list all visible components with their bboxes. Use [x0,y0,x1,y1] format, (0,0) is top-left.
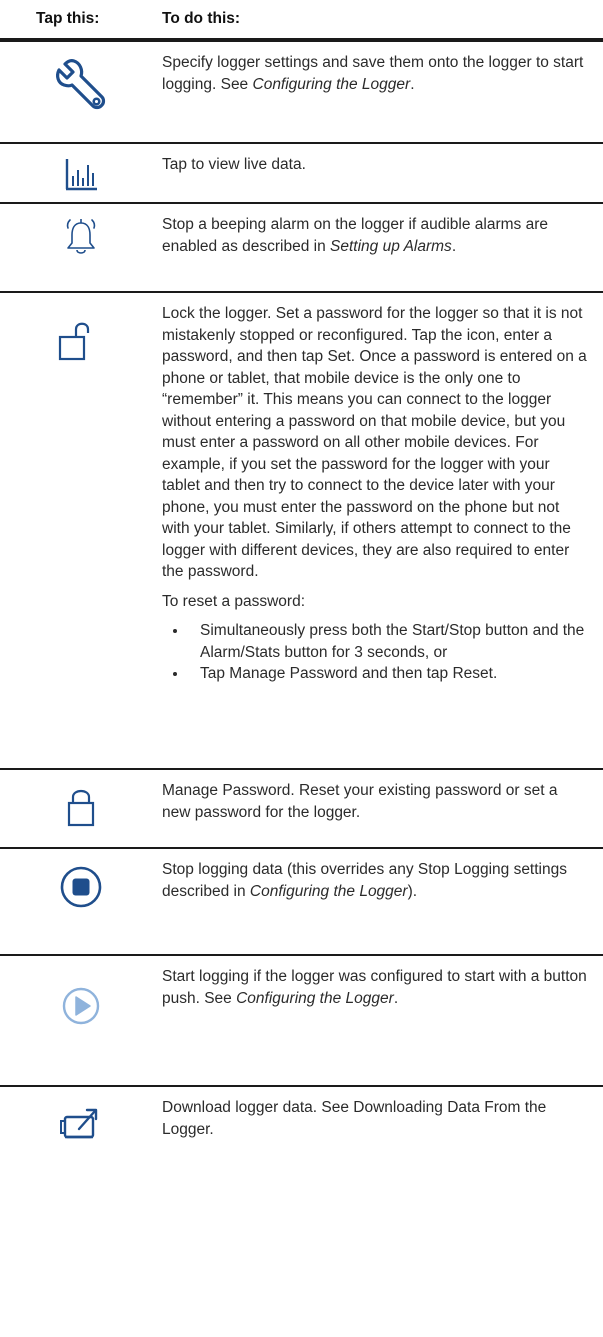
row-description: Stop logging data (this overrides any St… [162,861,567,900]
unlocked-padlock-icon [58,322,90,361]
locked-padlock-icon [67,789,95,827]
table-row: Specify logger settings and save them on… [0,42,603,144]
icon-cell [0,204,162,291]
row-description: Specify logger settings and save them on… [162,54,584,93]
icon-cell [0,956,162,1085]
row-description: Lock the logger. Set a password for the … [162,293,603,768]
table-row: Tap to view live data. [0,144,603,204]
list-item: Simultaneously press both the Start/Stop… [188,620,589,663]
table-row: Stop logging data (this overrides any St… [0,849,603,956]
row-description: Download logger data. See Downloading Da… [162,1099,547,1138]
table-header: Tap this: To do this: [0,0,603,42]
download-icon [60,1108,98,1139]
play-circle-icon [62,987,100,1025]
header-tap-this: Tap this: [36,10,100,27]
header-to-do-this: To do this: [162,10,241,27]
row-description: Tap to view live data. [162,156,306,173]
table-row: Manage Password. Reset your existing pas… [0,770,603,849]
icon-cell [0,849,162,954]
lock-description: Lock the logger. Set a password for the … [162,305,587,580]
bell-alarm-icon [66,219,96,254]
bar-chart-icon [65,159,97,191]
reset-password-heading: To reset a password: [162,592,306,610]
row-description: Manage Password. Reset your existing pas… [162,782,558,821]
icon-cell [0,293,162,768]
table-row: Stop a beeping alarm on the logger if au… [0,204,603,293]
row-description: Start logging if the logger was configur… [162,968,587,1007]
reset-steps-list: Simultaneously press both the Start/Stop… [162,620,589,685]
list-item: Tap Manage Password and then tap Reset. [188,663,589,685]
table-row: Start logging if the logger was configur… [0,956,603,1087]
icon-cell [0,1087,162,1177]
stop-circle-icon [60,866,102,908]
command-table: Tap this: To do this: Specify logger set… [0,0,603,1177]
wrench-icon [56,59,106,110]
icon-cell [0,42,162,142]
table-row: Lock the logger. Set a password for the … [0,293,603,770]
icon-cell [0,770,162,847]
row-description: Stop a beeping alarm on the logger if au… [162,216,549,255]
icon-cell [0,144,162,202]
table-row: Download logger data. See Downloading Da… [0,1087,603,1177]
